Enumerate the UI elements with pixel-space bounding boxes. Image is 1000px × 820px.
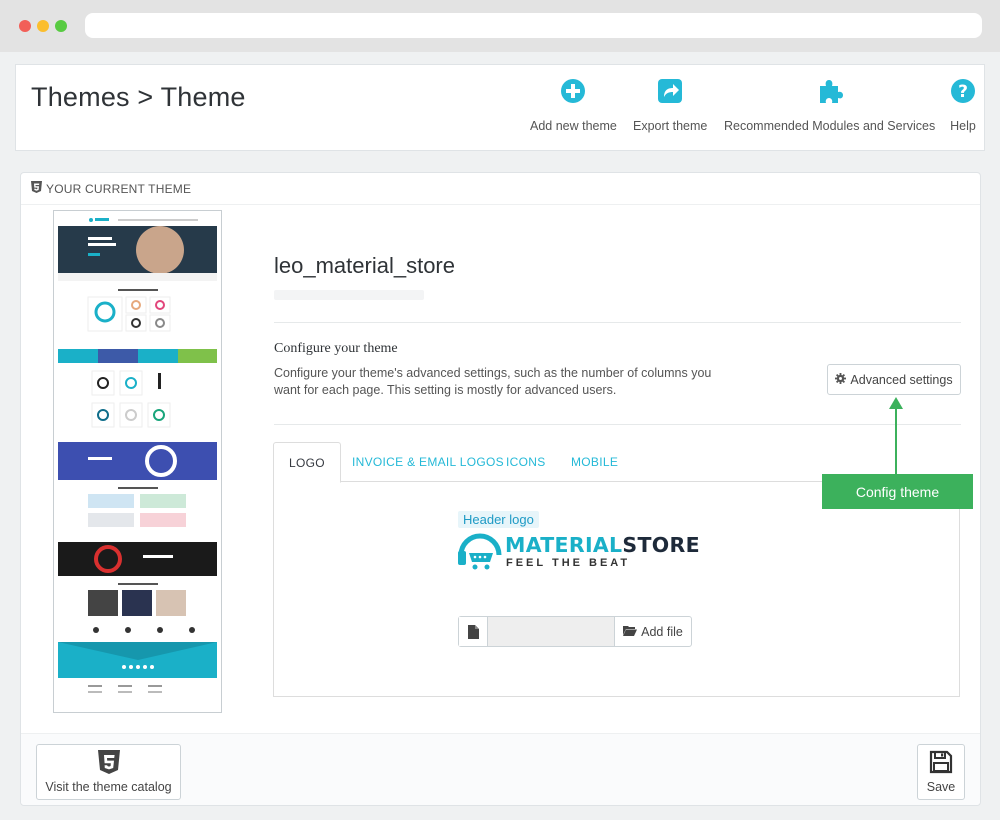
puzzle-icon	[816, 75, 844, 107]
panel-heading: YOUR CURRENT THEME	[21, 173, 980, 205]
plus-circle-icon	[560, 75, 586, 107]
share-icon	[657, 75, 683, 107]
add-file-button[interactable]: Add file	[615, 617, 691, 646]
configure-theme-title: Configure your theme	[274, 341, 398, 356]
logo-file-input[interactable]: Add file	[458, 616, 692, 647]
config-theme-callout: Config theme	[822, 474, 973, 509]
page-header: Themes > Theme Add new theme Export them…	[15, 64, 985, 151]
html5-icon	[31, 181, 42, 196]
theme-preview-thumbnail	[53, 210, 222, 713]
theme-preview-image	[58, 215, 217, 708]
gear-icon	[835, 372, 847, 387]
section-divider	[274, 322, 961, 323]
export-theme-button[interactable]: Export theme	[633, 75, 707, 133]
add-new-theme-label: Add new theme	[530, 119, 617, 133]
theme-author-placeholder	[274, 290, 424, 300]
question-circle-icon: ?	[950, 75, 976, 107]
callout-arrow	[889, 397, 903, 475]
logo-tagline: FEEL THE BEAT	[506, 557, 631, 569]
save-label: Save	[926, 780, 956, 794]
configure-theme-description: Configure your theme's advanced settings…	[274, 366, 712, 397]
add-new-theme-button[interactable]: Add new theme	[530, 75, 617, 133]
tab-logo[interactable]: LOGO	[273, 442, 341, 483]
recommended-modules-button[interactable]: Recommended Modules and Services	[724, 75, 935, 133]
recommended-modules-label: Recommended Modules and Services	[724, 119, 936, 133]
advanced-settings-label: Advanced settings	[850, 372, 953, 387]
shop-logo-wordmark: MATERIALSTORE	[505, 533, 700, 557]
minimize-window-dot[interactable]	[37, 20, 49, 32]
add-file-label: Add file	[641, 624, 683, 639]
floppy-disk-icon	[929, 750, 953, 777]
shop-logo-icon	[457, 529, 503, 578]
address-bar[interactable]	[85, 13, 982, 38]
tab-mobile[interactable]: MOBILE	[556, 442, 633, 482]
section-divider-2	[274, 424, 961, 425]
visit-theme-catalog-label: Visit the theme catalog	[45, 780, 172, 794]
header-logo-label: Header logo	[458, 511, 539, 528]
maximize-window-dot[interactable]	[55, 20, 67, 32]
page-title: Themes > Theme	[31, 82, 246, 112]
tab-icons[interactable]: ICONS	[491, 442, 561, 482]
advanced-settings-button[interactable]: Advanced settings	[827, 364, 961, 395]
logo-tab-pane	[273, 482, 960, 697]
file-icon	[459, 617, 488, 646]
logo-word-material: MATERIAL	[505, 533, 623, 557]
visit-theme-catalog-button[interactable]: Visit the theme catalog	[36, 744, 181, 800]
folder-open-icon	[623, 625, 638, 639]
browser-chrome	[0, 0, 1000, 52]
close-window-dot[interactable]	[19, 20, 31, 32]
help-button[interactable]: ? Help	[950, 75, 976, 133]
save-button[interactable]: Save	[917, 744, 965, 800]
svg-text:?: ?	[958, 82, 968, 102]
theme-name: leo_material_store	[274, 253, 455, 278]
help-label: Help	[950, 119, 976, 133]
logo-word-store: STORE	[622, 533, 700, 557]
panel-footer: Visit the theme catalog Save	[21, 733, 980, 805]
panel-heading-text: YOUR CURRENT THEME	[46, 181, 192, 196]
export-theme-label: Export theme	[633, 119, 708, 133]
file-name-field[interactable]	[488, 617, 615, 646]
html5-icon	[97, 750, 120, 777]
